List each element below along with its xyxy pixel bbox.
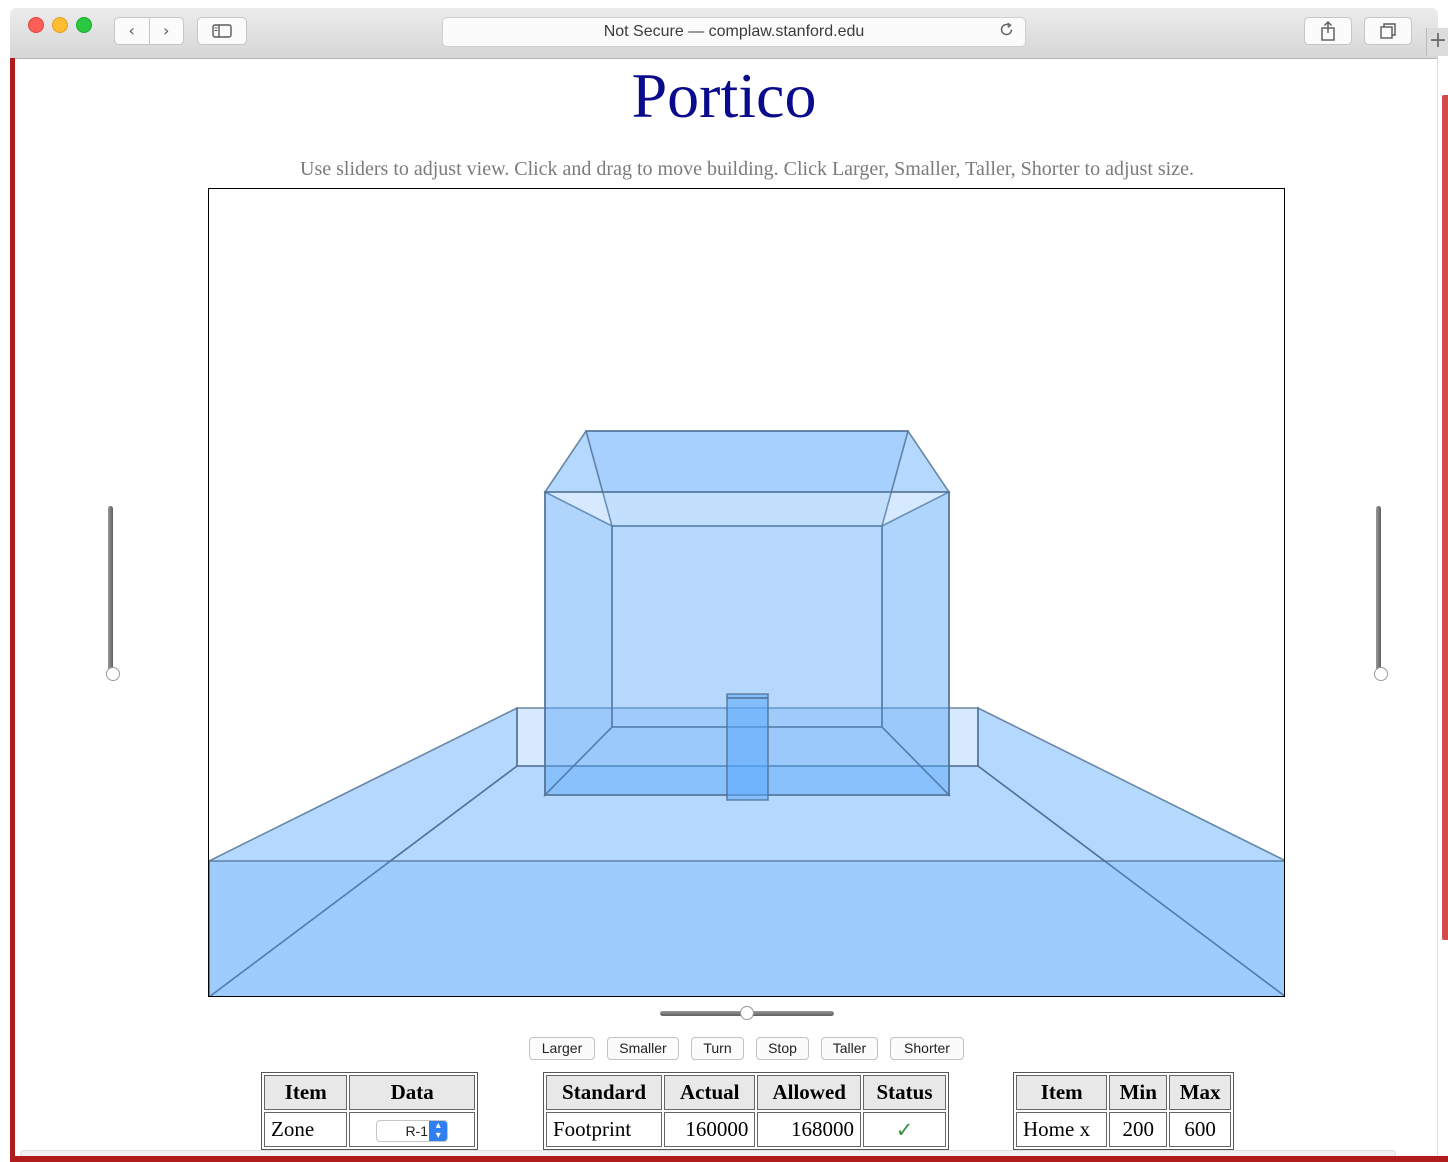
table-row: Zone R-1 ▴ ▾ <box>264 1112 475 1147</box>
page-right-edge-mark <box>1442 95 1448 940</box>
address-bar[interactable]: Not Secure — complaw.stanford.edu <box>442 17 1026 47</box>
column-header: Status <box>863 1075 946 1110</box>
sidebar-button[interactable] <box>197 17 247 45</box>
smaller-button[interactable]: Smaller <box>607 1037 679 1060</box>
zoom-slider-knob[interactable] <box>1374 667 1388 681</box>
shorter-button[interactable]: Shorter <box>890 1037 964 1060</box>
column-header: Item <box>264 1075 348 1110</box>
zone-cell: R-1 ▴ ▾ <box>349 1112 475 1147</box>
sidebar-icon <box>212 24 232 38</box>
building-scene[interactable] <box>209 189 1285 997</box>
minimize-window-button[interactable] <box>52 17 68 33</box>
zoom-window-button[interactable] <box>76 17 92 33</box>
allowed-value: 168000 <box>757 1112 862 1147</box>
column-header: Data <box>349 1075 475 1110</box>
share-icon <box>1321 21 1335 41</box>
limit-max: 600 <box>1169 1112 1231 1147</box>
back-icon[interactable]: ‹ <box>115 18 150 44</box>
rotate-x-slider[interactable] <box>106 506 120 681</box>
window-edge-bottom <box>10 1156 1448 1162</box>
table-row: Footprint 160000 168000 ✓ <box>546 1112 946 1147</box>
checkmark-icon: ✓ <box>863 1112 946 1147</box>
window-edge-left <box>10 58 15 1162</box>
zoom-slider[interactable] <box>1374 506 1388 681</box>
new-tab-button[interactable]: + <box>1426 28 1448 56</box>
standard-name: Footprint <box>546 1112 663 1147</box>
rotate-y-slider-knob[interactable] <box>740 1006 754 1020</box>
address-text: Not Secure — complaw.stanford.edu <box>603 23 865 40</box>
reload-icon[interactable] <box>997 21 1015 43</box>
lot-front-face <box>209 860 1284 996</box>
limit-min: 200 <box>1109 1112 1168 1147</box>
zone-label: Zone <box>264 1112 348 1147</box>
stop-button[interactable]: Stop <box>756 1037 809 1060</box>
rotate-x-slider-knob[interactable] <box>106 667 120 681</box>
turn-button[interactable]: Turn <box>691 1037 744 1060</box>
limit-item: Home x <box>1016 1112 1108 1147</box>
tabs-icon <box>1380 23 1396 39</box>
history-nav-group: ‹ › <box>114 17 184 45</box>
column-header: Min <box>1109 1075 1168 1110</box>
zone-select-value: R-1 <box>405 1123 428 1140</box>
zone-select[interactable]: R-1 ▴ ▾ <box>376 1120 449 1143</box>
instructions-text: Use sliders to adjust view. Click and dr… <box>300 158 1194 180</box>
marker-post[interactable] <box>726 693 769 801</box>
column-header: Actual <box>664 1075 756 1110</box>
actual-value: 160000 <box>664 1112 756 1147</box>
column-header: Allowed <box>757 1075 862 1110</box>
share-button[interactable] <box>1304 17 1352 45</box>
column-header: Standard <box>546 1075 663 1110</box>
rotate-y-slider[interactable] <box>660 1006 834 1020</box>
forward-icon[interactable]: › <box>150 18 184 44</box>
zone-table: Item Data Zone R-1 ▴ ▾ <box>261 1072 478 1150</box>
building-3d-view[interactable] <box>208 188 1285 997</box>
larger-button[interactable]: Larger <box>529 1037 595 1060</box>
close-window-button[interactable] <box>28 17 44 33</box>
taller-button[interactable]: Taller <box>821 1037 878 1060</box>
standards-table: Standard Actual Allowed Status Footprint… <box>543 1072 949 1150</box>
table-row: Home x 200 600 <box>1016 1112 1231 1147</box>
column-header: Item <box>1016 1075 1108 1110</box>
show-tabs-button[interactable] <box>1364 17 1412 45</box>
column-header: Max <box>1169 1075 1231 1110</box>
limits-table: Item Min Max Home x 200 600 <box>1013 1072 1234 1150</box>
chevron-updown-icon: ▴ ▾ <box>429 1121 448 1142</box>
page-title: Portico <box>631 60 817 131</box>
